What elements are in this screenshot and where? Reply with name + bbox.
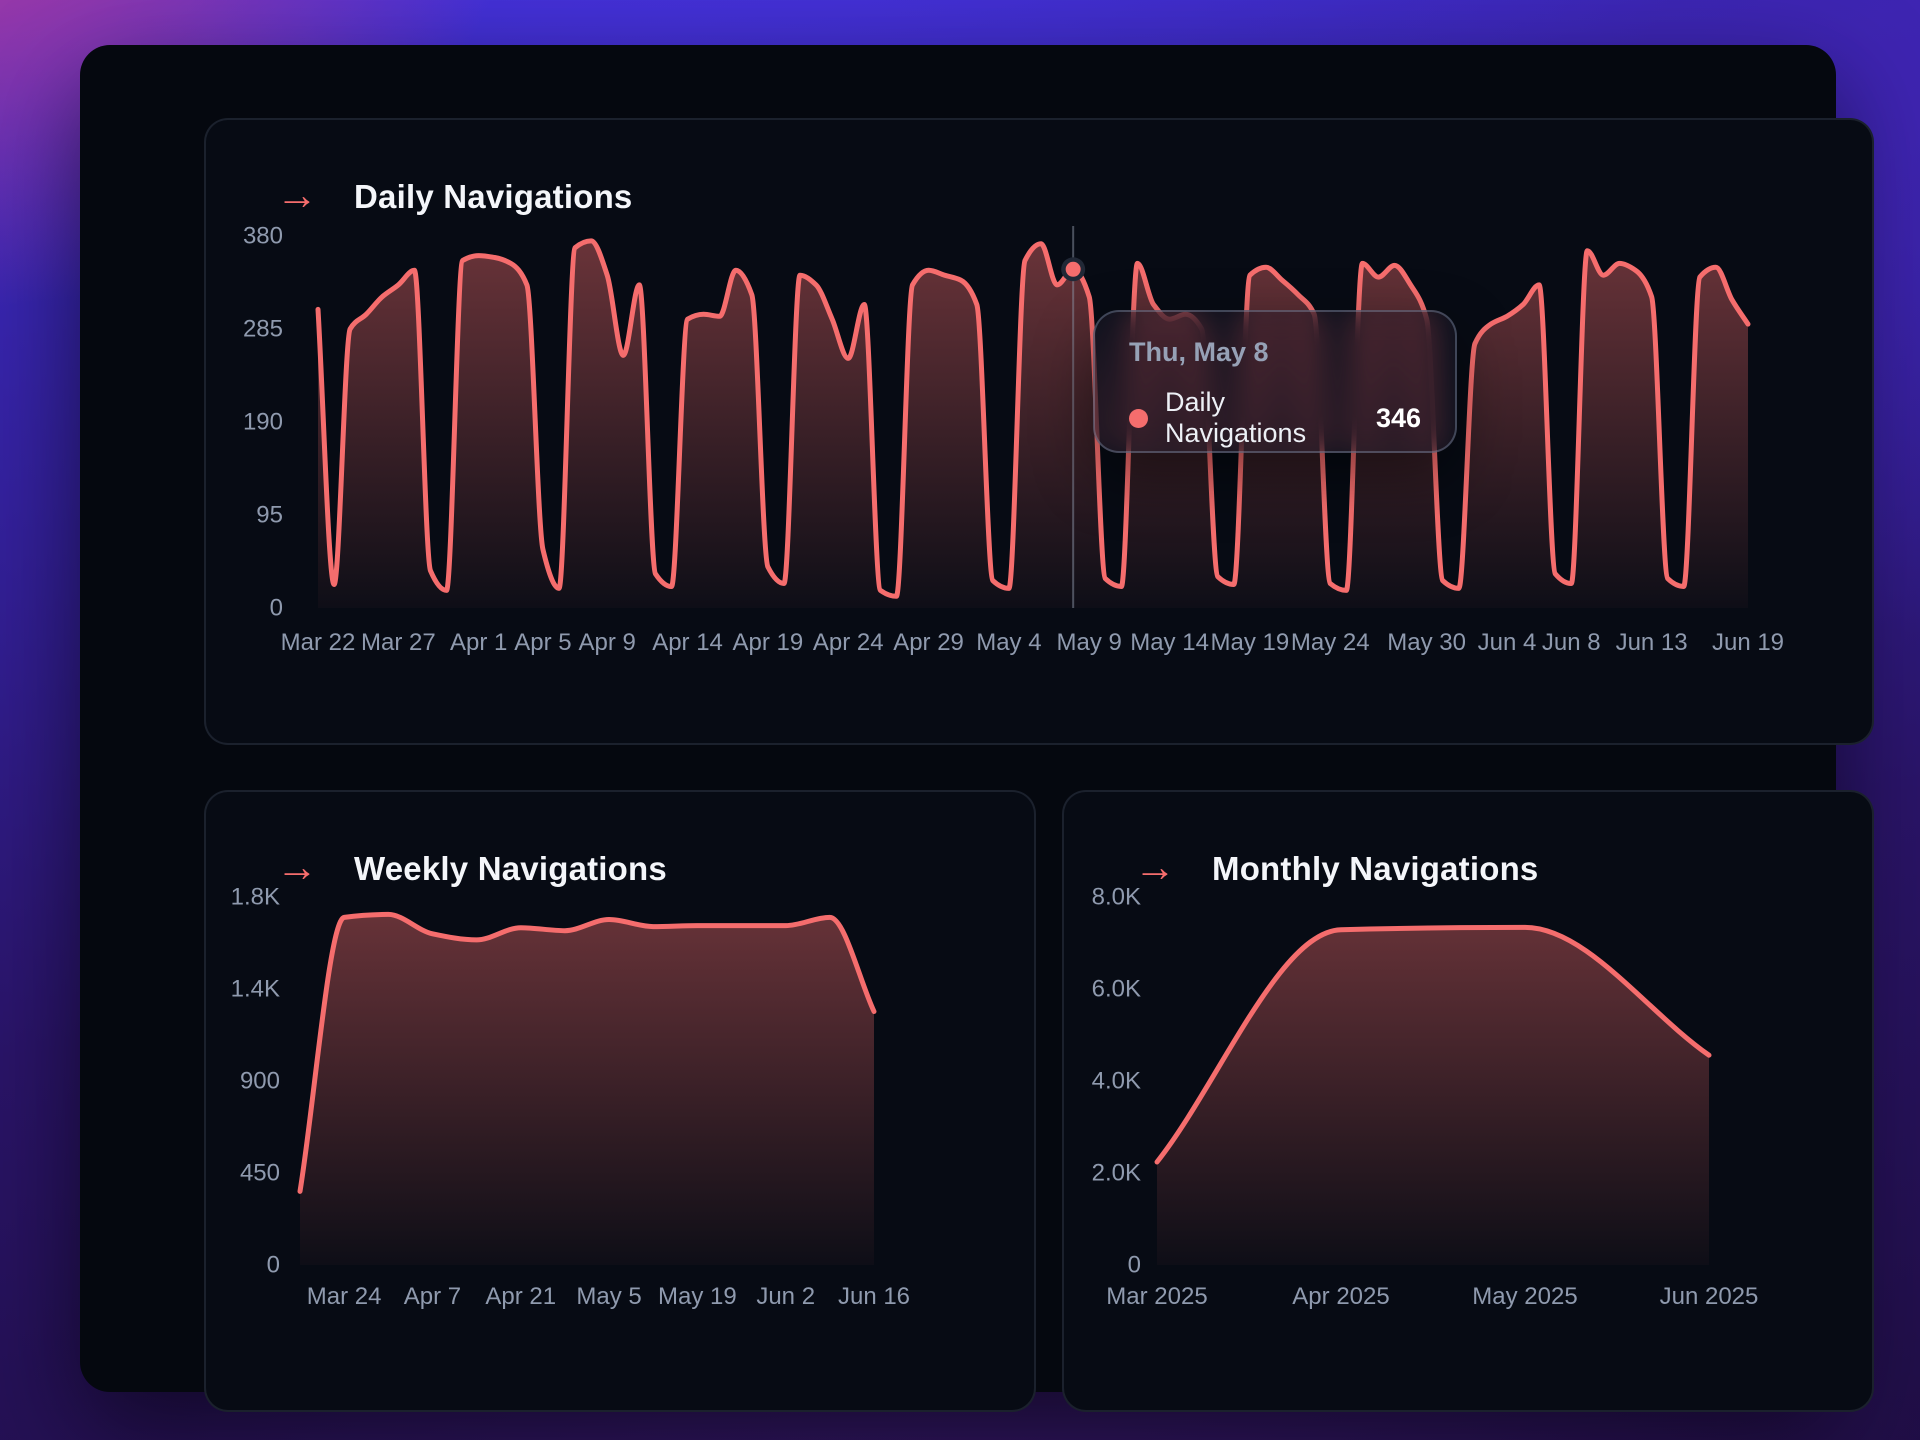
arrow-right-icon: → bbox=[1134, 846, 1176, 888]
tooltip-series-value: 346 bbox=[1376, 403, 1421, 434]
dashboard-panel: → Daily Navigations → Weekly Navigations… bbox=[80, 45, 1836, 1392]
weekly-navigations-card: → Weekly Navigations bbox=[204, 790, 1036, 1412]
desktop-wallpaper: { "colors": { "accent": "#f56d6d", "card… bbox=[0, 0, 1920, 1440]
tooltip-series-row: Daily Navigations 346 bbox=[1129, 387, 1421, 449]
card-header: → Weekly Navigations bbox=[206, 792, 1034, 890]
tooltip-series-label: Daily Navigations bbox=[1165, 387, 1359, 449]
series-dot-icon bbox=[1129, 409, 1148, 428]
card-header: → Monthly Navigations bbox=[1064, 792, 1872, 890]
chart-title-daily: Daily Navigations bbox=[354, 178, 633, 216]
daily-navigations-card: → Daily Navigations bbox=[204, 118, 1874, 745]
chart-title-weekly: Weekly Navigations bbox=[354, 850, 667, 888]
chart-title-monthly: Monthly Navigations bbox=[1212, 850, 1539, 888]
card-header: → Daily Navigations bbox=[206, 120, 1872, 218]
arrow-right-icon: → bbox=[276, 174, 318, 216]
monthly-navigations-card: → Monthly Navigations bbox=[1062, 790, 1874, 1412]
chart-tooltip: Thu, May 8 Daily Navigations 346 bbox=[1093, 310, 1457, 453]
arrow-right-icon: → bbox=[276, 846, 318, 888]
tooltip-date: Thu, May 8 bbox=[1129, 337, 1421, 368]
